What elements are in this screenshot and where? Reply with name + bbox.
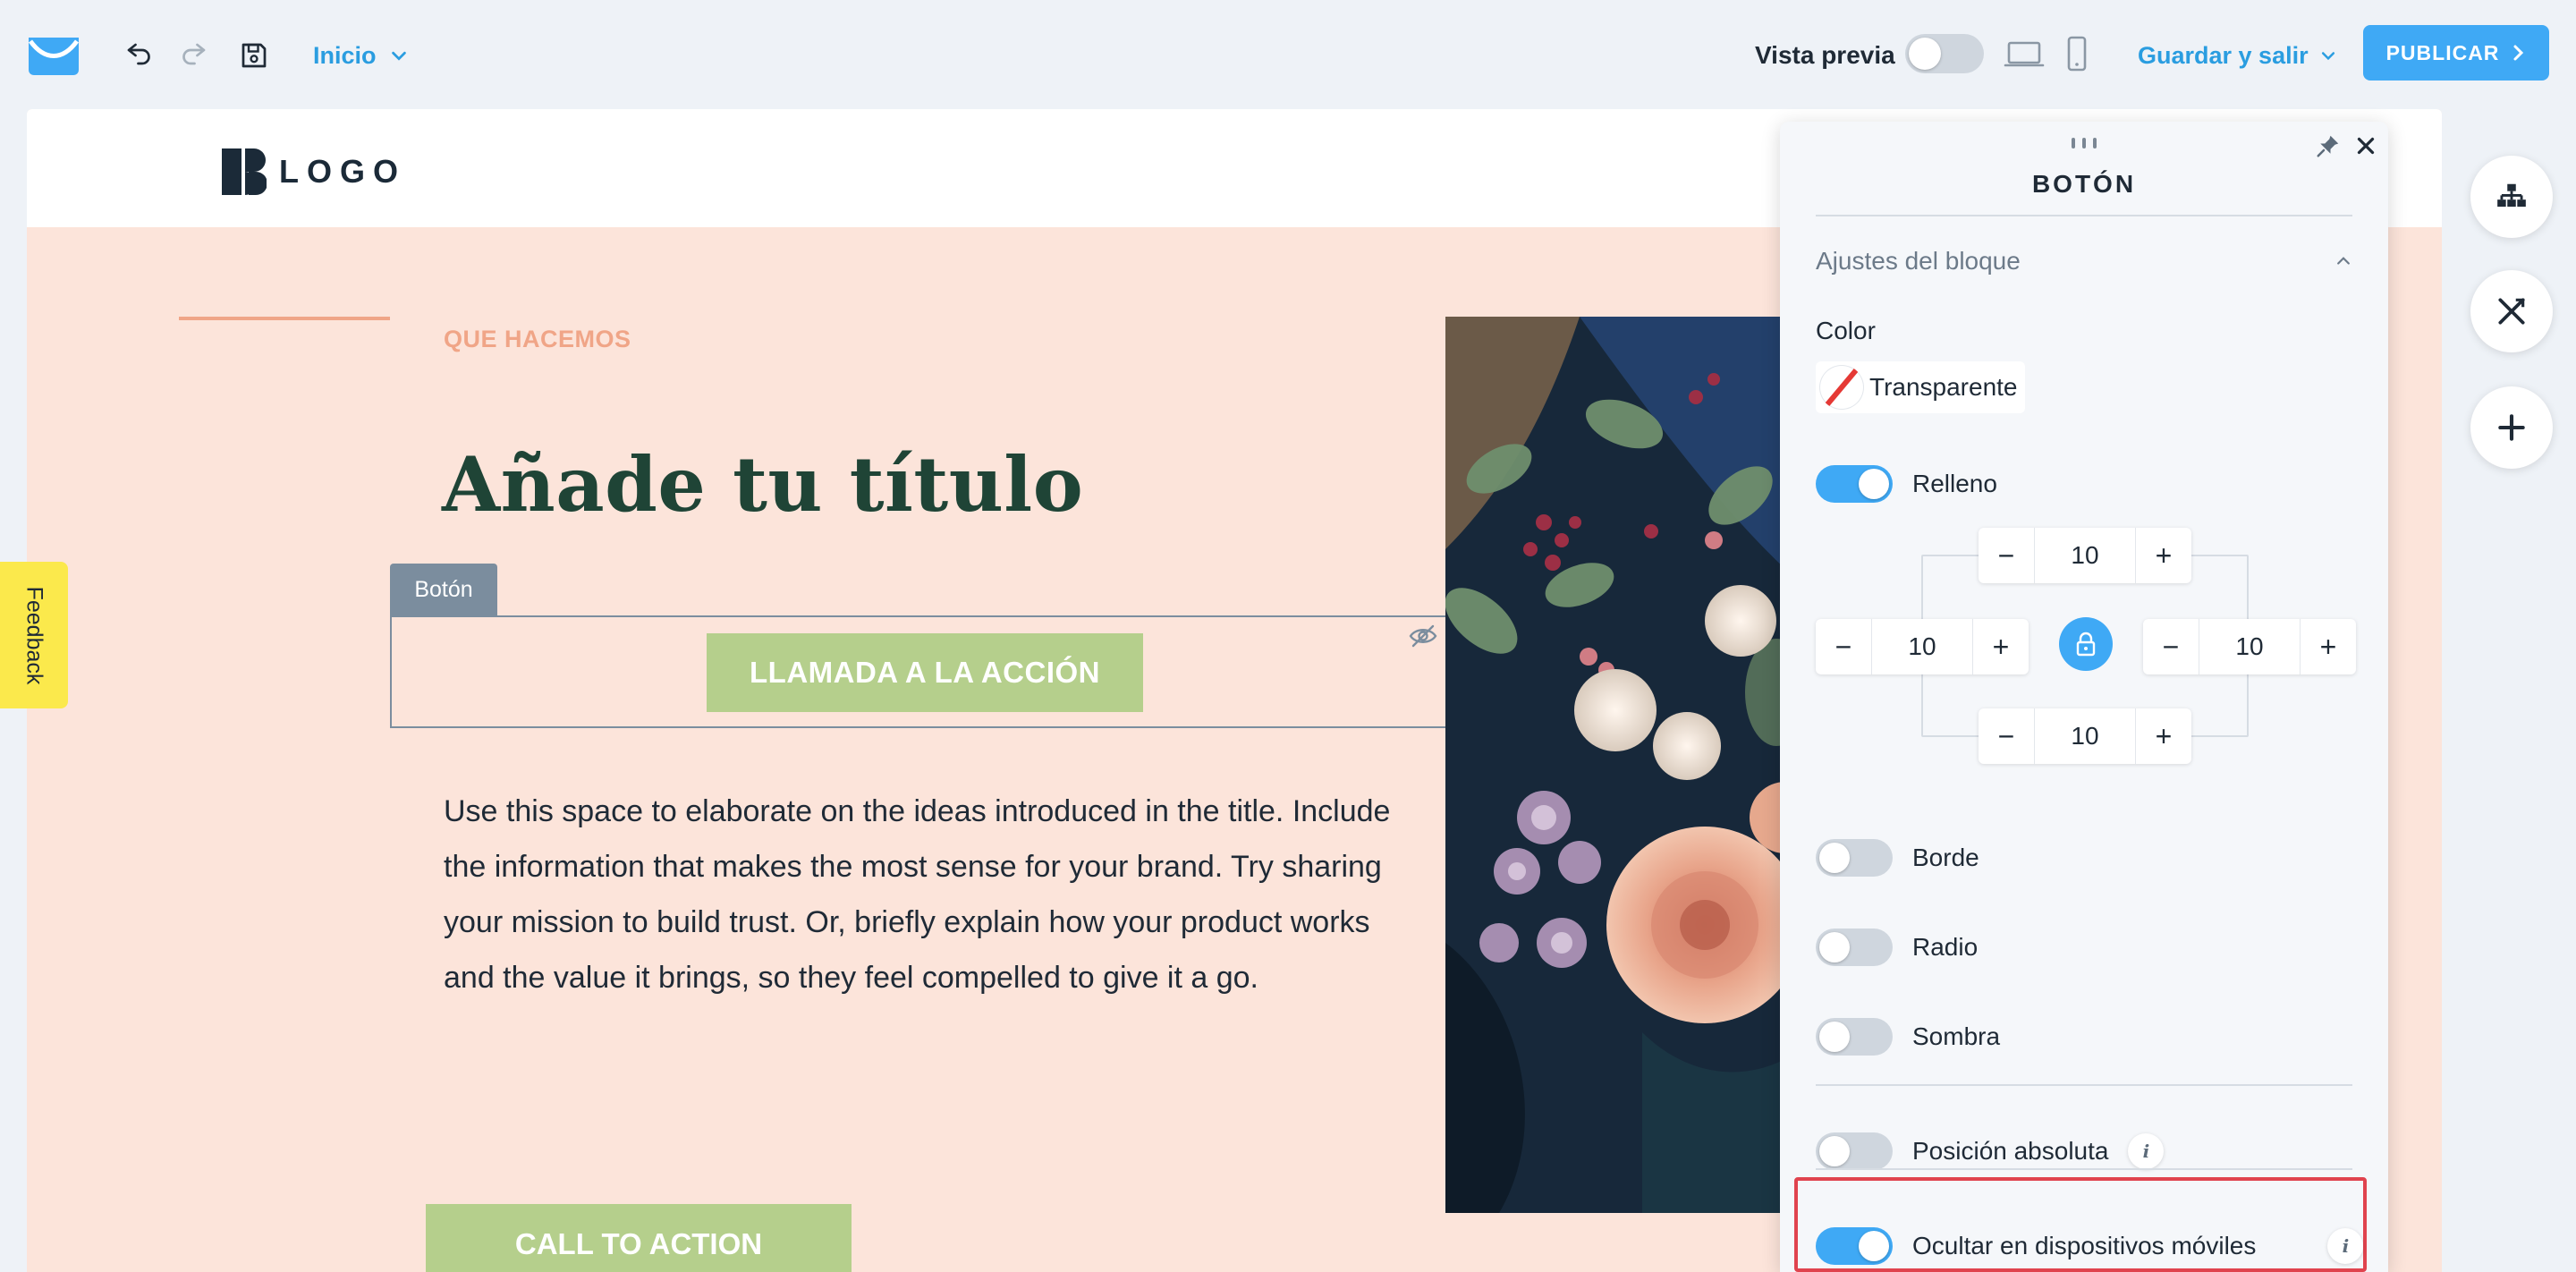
chevron-up-icon — [2337, 257, 2350, 265]
border-toggle-row[interactable]: Borde — [1816, 835, 1979, 880]
envelope-logo-icon[interactable] — [27, 34, 80, 77]
info-icon[interactable]: i — [2327, 1228, 2364, 1264]
shadow-toggle-row[interactable]: Sombra — [1816, 1014, 2000, 1059]
padding-toggle-row[interactable]: Relleno — [1816, 462, 1997, 506]
sitemap-button[interactable] — [2470, 156, 2553, 238]
section-divider — [1816, 1084, 2352, 1086]
padding-left-value[interactable]: 10 — [1871, 619, 1973, 674]
redo-icon[interactable] — [172, 34, 215, 77]
tools-cross-icon — [2498, 298, 2525, 325]
shadow-label: Sombra — [1912, 1022, 2001, 1050]
panel-title: BOTÓN — [2031, 170, 2137, 198]
padding-left-stepper[interactable]: − 10 + — [1816, 619, 2029, 674]
transparent-color-chip — [1819, 365, 1864, 410]
chevron-down-icon — [2321, 52, 2334, 61]
hero-title[interactable]: Añade tu título — [442, 440, 1083, 529]
info-icon[interactable]: i — [2128, 1133, 2165, 1169]
undo-icon[interactable] — [118, 34, 161, 77]
padding-bottom-value[interactable]: 10 — [2034, 708, 2136, 764]
border-switch[interactable] — [1816, 839, 1893, 877]
publish-button[interactable]: PUBLICAR — [2363, 25, 2549, 81]
button-settings-panel: BOTÓN Ajustes del bloque Color Transpare… — [1780, 122, 2388, 1272]
section-title: Ajustes del bloque — [1816, 247, 2021, 275]
accent-line — [179, 317, 390, 320]
increment-button[interactable]: + — [2301, 619, 2356, 674]
hide-on-mobile-label: Ocultar en dispositivos móviles — [1912, 1232, 2257, 1259]
desktop-view-icon[interactable] — [2004, 32, 2045, 75]
padding-top-stepper[interactable]: − 10 + — [1979, 528, 2191, 583]
decrement-button[interactable]: − — [1979, 528, 2034, 583]
color-label: Color — [1816, 317, 1876, 344]
mobile-view-icon[interactable] — [2066, 32, 2088, 75]
decrement-button[interactable]: − — [1979, 708, 2034, 764]
padding-bottom-stepper[interactable]: − 10 + — [1979, 708, 2191, 764]
save-icon[interactable] — [233, 34, 275, 77]
hide-on-mobile-toggle-row[interactable]: Ocultar en dispositivos móviles i — [1816, 1224, 2364, 1268]
page-name: Inicio — [313, 41, 377, 69]
body-paragraph[interactable]: Use this space to elaborate on the ideas… — [444, 784, 1419, 1005]
plus-icon — [2498, 414, 2525, 441]
logo-mark-icon — [222, 148, 267, 195]
close-icon[interactable] — [2352, 132, 2379, 159]
increment-button[interactable]: + — [2136, 708, 2191, 764]
radius-switch[interactable] — [1816, 929, 1893, 966]
tools-button[interactable] — [2470, 270, 2553, 352]
absolute-position-toggle-row[interactable]: Posición absoluta i — [1816, 1129, 2165, 1174]
absolute-position-label: Posición absoluta — [1912, 1137, 2109, 1165]
feedback-label: Feedback — [21, 586, 47, 684]
page-selector[interactable]: Inicio — [313, 36, 409, 75]
padding-label: Relleno — [1912, 470, 1997, 497]
absolute-position-switch[interactable] — [1816, 1132, 1893, 1170]
selected-button-block[interactable]: LLAMADA A LA ACCIÓN — [390, 615, 1447, 728]
border-label: Borde — [1912, 844, 1979, 871]
title-divider — [1816, 215, 2352, 216]
save-and-exit-menu[interactable]: Guardar y salir — [2138, 36, 2337, 75]
padding-right-value[interactable]: 10 — [2199, 619, 2301, 674]
feedback-tab[interactable]: Feedback — [0, 562, 68, 708]
site-logo[interactable]: LOGO — [222, 148, 406, 195]
cta-secondary-button[interactable]: CALL TO ACTION — [426, 1204, 852, 1272]
decrement-button[interactable]: − — [1816, 619, 1871, 674]
padding-top-value[interactable]: 10 — [2034, 528, 2136, 583]
logo-text: LOGO — [279, 153, 406, 190]
chevron-right-icon — [2513, 45, 2524, 61]
preview-label: Vista previa — [1755, 41, 1895, 69]
preview-toggle[interactable] — [1905, 34, 1984, 73]
section-eyebrow[interactable]: QUE HACEMOS — [444, 326, 631, 353]
save-exit-label: Guardar y salir — [2138, 41, 2309, 69]
pin-icon[interactable] — [2315, 132, 2342, 159]
panel-drag-handle[interactable] — [2068, 138, 2100, 148]
radius-label: Radio — [1912, 933, 1979, 961]
selected-block-tag[interactable]: Botón — [390, 564, 497, 615]
lock-icon — [2076, 632, 2096, 657]
padding-right-stepper[interactable]: − 10 + — [2143, 619, 2356, 674]
publish-label: PUBLICAR — [2385, 40, 2500, 64]
shadow-switch[interactable] — [1816, 1018, 1893, 1056]
top-toolbar: Inicio Vista previa Guardar y salir PUBL… — [0, 0, 2576, 109]
increment-button[interactable]: + — [1973, 619, 2029, 674]
color-value: Transparente — [1869, 373, 2018, 401]
flower-bouquet-image[interactable] — [1445, 317, 1803, 1213]
hide-on-mobile-switch[interactable] — [1816, 1227, 1893, 1265]
hidden-on-mobile-eye-icon — [1409, 624, 1437, 648]
cta-main-button[interactable]: LLAMADA A LA ACCIÓN — [707, 633, 1143, 712]
padding-lock-button[interactable] — [2059, 617, 2113, 671]
block-settings-section-toggle[interactable]: Ajustes del bloque — [1816, 242, 2352, 281]
padding-switch[interactable] — [1816, 465, 1893, 503]
chevron-down-icon — [391, 51, 406, 61]
radius-toggle-row[interactable]: Radio — [1816, 925, 1978, 970]
color-picker[interactable]: Transparente — [1816, 361, 2025, 413]
add-element-button[interactable] — [2470, 386, 2553, 469]
section-divider — [1816, 1168, 2352, 1170]
sitemap-icon — [2497, 183, 2526, 208]
decrement-button[interactable]: − — [2143, 619, 2199, 674]
increment-button[interactable]: + — [2136, 528, 2191, 583]
